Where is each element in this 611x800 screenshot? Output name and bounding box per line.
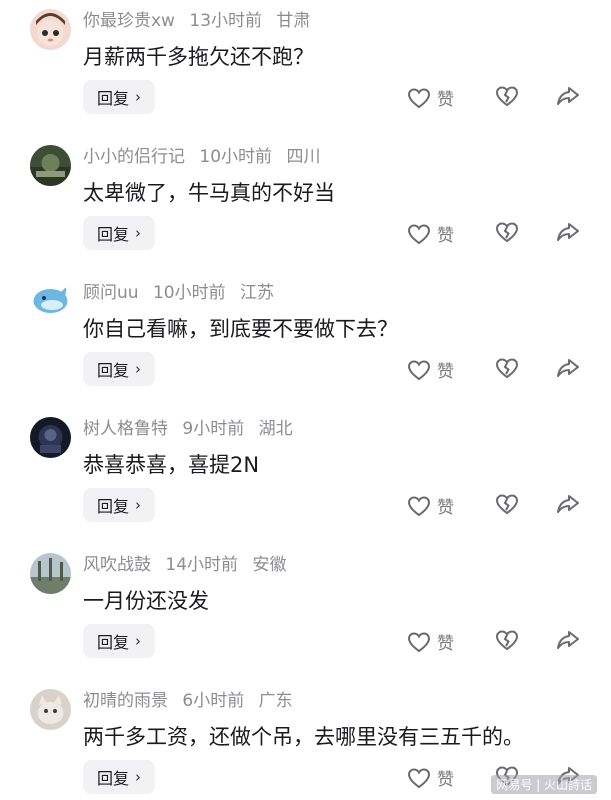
share-arrow-icon [557,631,579,649]
comment-text: 一月份还没发 [83,589,209,613]
share-arrow-icon [557,495,579,513]
username[interactable]: 初晴的雨景 [83,691,168,711]
like-label: 赞 [437,498,454,518]
share-button[interactable] [556,629,580,655]
username[interactable]: 顾问uu [83,283,139,303]
dislike-button[interactable] [494,85,520,111]
heart-icon [407,495,431,516]
comment-meta: 初晴的雨景 6小时前 广东 [83,690,302,712]
location: 安徽 [252,555,287,575]
dislike-button[interactable] [494,221,520,247]
reply-button[interactable]: 回复 › [83,624,155,658]
chevron-right-icon: › [135,88,141,106]
share-button[interactable] [556,221,580,247]
comment-meta: 小小的侣行记 10小时前 四川 [83,146,329,168]
reply-label: 回复 [96,361,129,380]
heart-icon [407,359,431,380]
broken-heart-icon [495,494,519,515]
broken-heart-icon [495,222,519,243]
reply-button[interactable]: 回复 › [83,80,155,114]
like-label: 赞 [437,634,454,654]
broken-heart-icon [495,358,519,379]
comment-item: 风吹战鼓 14小时前 安徽 一月份还没发 回复 › 赞 [0,544,611,680]
timestamp: 10小时前 [152,283,226,303]
chevron-right-icon: › [135,768,141,786]
avatar[interactable] [30,281,71,322]
broken-heart-icon [495,630,519,651]
broken-heart-icon [495,86,519,107]
heart-icon [407,767,431,788]
like-label: 赞 [437,362,454,382]
like-button[interactable]: 赞 [407,629,454,654]
timestamp: 9小时前 [182,419,245,439]
dislike-button[interactable] [494,493,520,519]
like-button[interactable]: 赞 [407,85,454,110]
username[interactable]: 你最珍贵xw [83,11,175,31]
comment-text: 你自己看嘛，到底要不要做下去？ [83,317,398,341]
dislike-button[interactable] [494,357,520,383]
location: 江苏 [240,283,275,303]
reply-label: 回复 [96,633,129,652]
share-arrow-icon [557,359,579,377]
comment-text: 太卑微了，牛马真的不好当 [83,181,335,205]
location: 甘肃 [276,11,311,31]
comment-meta: 顾问uu 10小时前 江苏 [83,282,283,304]
comment-text: 恭喜恭喜，喜提2N [83,453,260,477]
comment-text: 月薪两千多拖欠还不跑？ [83,45,314,69]
comment-item: 小小的侣行记 10小时前 四川 太卑微了，牛马真的不好当 回复 › 赞 [0,136,611,272]
watermark: 网易号 | 火山詩话 [491,775,597,794]
comment-list: 你最珍贵xw 13小时前 甘肃 月薪两千多拖欠还不跑？ 回复 › 赞 小小的侣行… [0,0,611,800]
username[interactable]: 树人格鲁特 [83,419,168,439]
chevron-right-icon: › [135,224,141,242]
comment-item: 树人格鲁特 9小时前 湖北 恭喜恭喜，喜提2N 回复 › 赞 [0,408,611,544]
chevron-right-icon: › [135,632,141,650]
location: 四川 [286,147,321,167]
heart-icon [407,87,431,108]
reply-button[interactable]: 回复 › [83,760,155,794]
timestamp: 10小时前 [199,147,273,167]
avatar[interactable] [30,9,71,50]
avatar[interactable] [30,689,71,730]
heart-icon [407,223,431,244]
location: 湖北 [258,419,293,439]
chevron-right-icon: › [135,496,141,514]
comment-item: 你最珍贵xw 13小时前 甘肃 月薪两千多拖欠还不跑？ 回复 › 赞 [0,0,611,136]
reply-button[interactable]: 回复 › [83,216,155,250]
reply-button[interactable]: 回复 › [83,488,155,522]
share-button[interactable] [556,493,580,519]
reply-label: 回复 [96,89,129,108]
timestamp: 14小时前 [165,555,239,575]
chevron-right-icon: › [135,360,141,378]
location: 广东 [258,691,293,711]
share-button[interactable] [556,357,580,383]
reply-button[interactable]: 回复 › [83,352,155,386]
like-button[interactable]: 赞 [407,357,454,382]
like-button[interactable]: 赞 [407,765,454,790]
heart-icon [407,631,431,652]
comment-meta: 风吹战鼓 14小时前 安徽 [83,554,295,576]
comment-meta: 你最珍贵xw 13小时前 甘肃 [83,10,319,32]
reply-label: 回复 [96,769,129,788]
username[interactable]: 风吹战鼓 [83,555,151,575]
username[interactable]: 小小的侣行记 [83,147,185,167]
avatar[interactable] [30,417,71,458]
reply-label: 回复 [96,497,129,516]
timestamp: 13小时前 [189,11,263,31]
avatar[interactable] [30,553,71,594]
comment-item: 顾问uu 10小时前 江苏 你自己看嘛，到底要不要做下去？ 回复 › 赞 [0,272,611,408]
comment-meta: 树人格鲁特 9小时前 湖北 [83,418,302,440]
share-button[interactable] [556,85,580,111]
avatar[interactable] [30,145,71,186]
dislike-button[interactable] [494,629,520,655]
share-arrow-icon [557,87,579,105]
comment-text: 两千多工资，还做个吊，去哪里没有三五千的。 [83,725,524,749]
timestamp: 6小时前 [182,691,245,711]
like-label: 赞 [437,90,454,110]
like-label: 赞 [437,770,454,790]
reply-label: 回复 [96,225,129,244]
like-button[interactable]: 赞 [407,221,454,246]
share-arrow-icon [557,223,579,241]
like-button[interactable]: 赞 [407,493,454,518]
like-label: 赞 [437,226,454,246]
